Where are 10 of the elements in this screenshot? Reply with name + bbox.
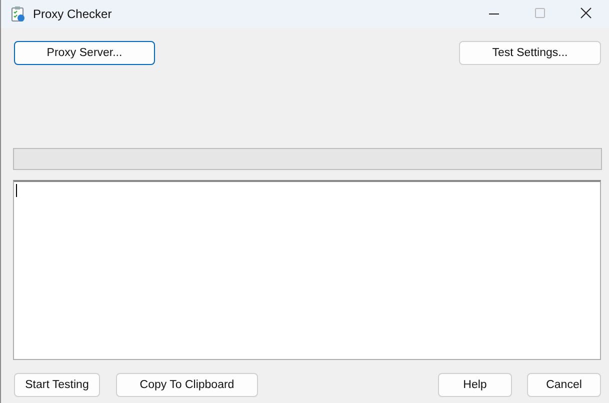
- button[interactable]: Start Testing: [14, 373, 100, 397]
- button[interactable]: Test Settings...: [459, 41, 601, 65]
- button[interactable]: Cancel: [527, 373, 601, 397]
- window-title: Proxy Checker: [33, 7, 112, 21]
- button[interactable]: Proxy Server...: [14, 41, 155, 65]
- clipboard-icon: [11, 6, 25, 22]
- text-cursor: [16, 184, 17, 197]
- button[interactable]: Help: [438, 373, 512, 397]
- button[interactable]: Copy To Clipboard: [116, 373, 258, 397]
- output-field[interactable]: [13, 180, 601, 360]
